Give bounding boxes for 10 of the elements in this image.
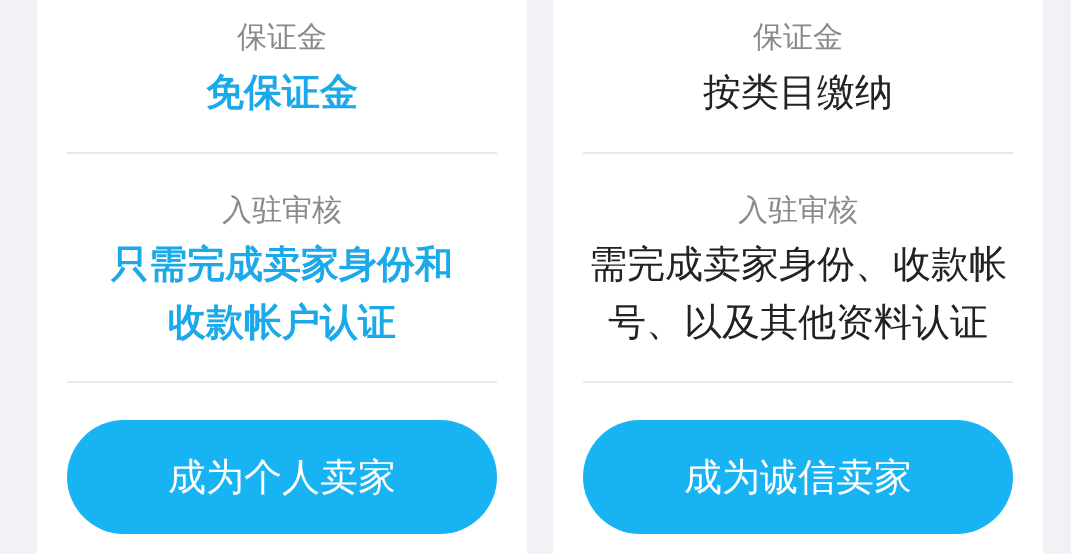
become-seller-button[interactable]: 成为个人卖家 <box>67 420 497 534</box>
become-seller-button[interactable]: 成为诚信卖家 <box>583 420 1013 534</box>
review-value: 只需完成卖家身份和 收款帐户认证 <box>111 241 453 346</box>
review-value: 需完成卖家身份、收款帐 号、以及其他资料认证 <box>589 241 1007 346</box>
deposit-label: 保证金 <box>753 18 843 56</box>
deposit-label: 保证金 <box>237 18 327 56</box>
deposit-value: 免保证金 <box>206 69 358 116</box>
deposit-value: 按类目缴纳 <box>703 69 893 116</box>
review-label: 入驻审核 <box>738 191 858 229</box>
review-label: 入驻审核 <box>222 191 342 229</box>
